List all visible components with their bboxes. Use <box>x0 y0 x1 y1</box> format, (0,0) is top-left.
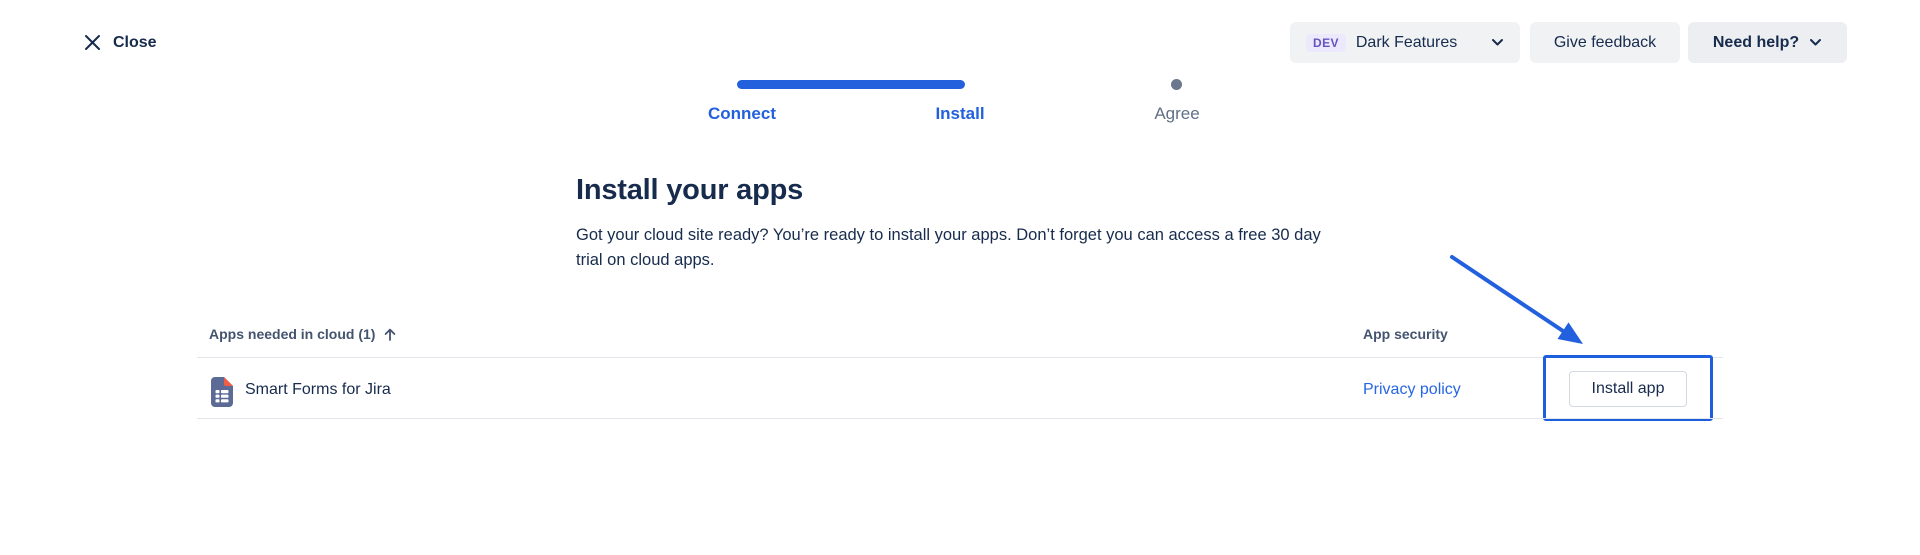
give-feedback-button[interactable]: Give feedback <box>1530 22 1680 63</box>
install-app-button[interactable]: Install app <box>1569 371 1687 407</box>
page-description: Got your cloud site ready? You’re ready … <box>576 223 1334 273</box>
sort-ascending-icon <box>383 327 397 342</box>
chevron-down-icon <box>1491 38 1504 47</box>
app-security-label: App security <box>1363 326 1448 342</box>
app-name: Smart Forms for Jira <box>245 380 391 400</box>
column-header-app-security: App security <box>1363 326 1448 342</box>
form-document-icon <box>211 377 233 407</box>
column-header-apps-needed[interactable]: Apps needed in cloud (1) <box>209 326 397 342</box>
install-apps-screen: Close DEV Dark Features Give feedback Ne… <box>0 0 1920 555</box>
need-help-label: Need help? <box>1713 34 1799 52</box>
dark-features-label: Dark Features <box>1356 34 1457 52</box>
need-help-dropdown[interactable]: Need help? <box>1688 22 1847 63</box>
annotation-arrow-icon <box>1400 230 1620 370</box>
chevron-down-icon <box>1809 38 1822 47</box>
apps-needed-label: Apps needed in cloud (1) <box>209 326 375 342</box>
stepper-step-install: Install <box>935 104 984 124</box>
dark-features-dropdown[interactable]: DEV Dark Features <box>1290 22 1520 63</box>
close-icon <box>84 34 101 51</box>
dev-badge: DEV <box>1306 34 1346 52</box>
give-feedback-label: Give feedback <box>1554 34 1656 52</box>
stepper-progress-bar <box>737 80 965 89</box>
stepper-step-agree: Agree <box>1154 104 1199 124</box>
privacy-policy-link[interactable]: Privacy policy <box>1363 380 1461 400</box>
stepper-agree-dot <box>1171 79 1182 90</box>
close-label: Close <box>113 34 157 52</box>
close-button[interactable]: Close <box>84 27 157 58</box>
table-header-divider <box>197 357 1723 358</box>
stepper-step-connect[interactable]: Connect <box>708 104 776 124</box>
page-title: Install your apps <box>576 174 803 207</box>
table-row-divider <box>197 418 1723 419</box>
